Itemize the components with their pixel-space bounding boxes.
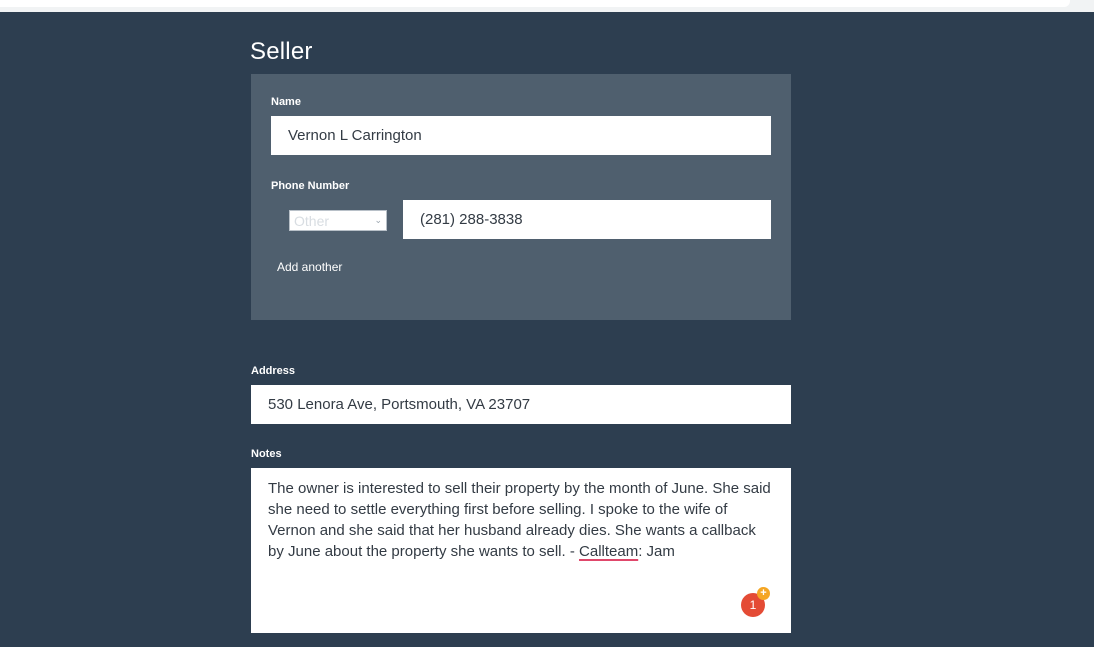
notes-textarea[interactable]: The owner is interested to sell their pr…	[251, 468, 791, 633]
name-input[interactable]: Vernon L Carrington	[271, 116, 771, 155]
horizontal-scrollbar[interactable]	[0, 0, 1070, 7]
notes-text-end: : Jam	[638, 543, 675, 560]
address-input[interactable]: 530 Lenora Ave, Portsmouth, VA 23707	[251, 385, 791, 424]
grammar-checker-badge[interactable]: 1 +	[741, 587, 771, 617]
phone-type-select[interactable]: Other ⌄	[289, 210, 387, 231]
chevron-down-icon: ⌄	[374, 215, 382, 225]
spellcheck-flagged-word: Callteam	[579, 543, 639, 560]
phone-number-label: Phone Number	[271, 180, 350, 192]
name-label: Name	[271, 96, 301, 108]
notes-text: The owner is interested to sell their pr…	[268, 480, 771, 560]
seller-panel: Name Vernon L Carrington Phone Number Ot…	[251, 74, 791, 320]
plus-icon: +	[757, 587, 770, 600]
section-title-seller: Seller	[250, 38, 313, 65]
phone-type-selected-value: Other	[294, 212, 330, 229]
address-label: Address	[251, 365, 296, 377]
notes-label: Notes	[251, 448, 282, 460]
phone-number-input[interactable]: (281) 288-3838	[403, 200, 771, 239]
add-another-phone-link[interactable]: Add another	[277, 260, 342, 274]
browser-top-strip	[0, 0, 1094, 12]
